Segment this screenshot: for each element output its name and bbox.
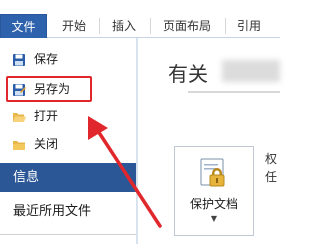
open-command[interactable]: 打开 [0, 105, 136, 127]
save-icon [12, 52, 26, 66]
close-label: 关闭 [34, 137, 59, 151]
tab-separator [225, 18, 226, 34]
open-folder-icon [12, 109, 26, 123]
lock-icon [198, 155, 230, 193]
permissions-heading: 权 [265, 152, 278, 166]
blurred-document-name [222, 60, 280, 82]
tab-references[interactable]: 引用 [227, 14, 271, 38]
nav-tab-info[interactable]: 信息 [0, 163, 136, 192]
chevron-down-icon: ▼ [210, 214, 218, 223]
open-label: 打开 [34, 109, 59, 123]
tab-home[interactable]: 开始 [52, 14, 96, 38]
save-label: 保存 [34, 52, 59, 66]
save-as-highlight [6, 76, 92, 102]
tab-insert[interactable]: 插入 [102, 14, 146, 38]
protect-document-button[interactable]: 保护文档 ▼ [174, 146, 254, 236]
tab-page-layout[interactable]: 页面布局 [152, 14, 222, 38]
close-folder-icon [12, 137, 26, 151]
tab-file[interactable]: 文件 [0, 14, 47, 38]
title-underline [188, 91, 280, 93]
ribbon-tab-bar: 文件 开始 插入 页面布局 引用 [0, 0, 280, 38]
close-command[interactable]: 关闭 [0, 133, 136, 155]
protect-document-label: 保护文档 [189, 197, 238, 211]
permissions-text: 任 [265, 170, 278, 184]
info-title: 有关 [168, 62, 208, 86]
save-command[interactable]: 保存 [0, 48, 136, 70]
tab-separator [99, 18, 100, 34]
nav-tab-recent[interactable]: 最近所用文件 [0, 197, 136, 226]
nav-bottom-divider [0, 234, 136, 235]
tab-separator [150, 18, 151, 34]
